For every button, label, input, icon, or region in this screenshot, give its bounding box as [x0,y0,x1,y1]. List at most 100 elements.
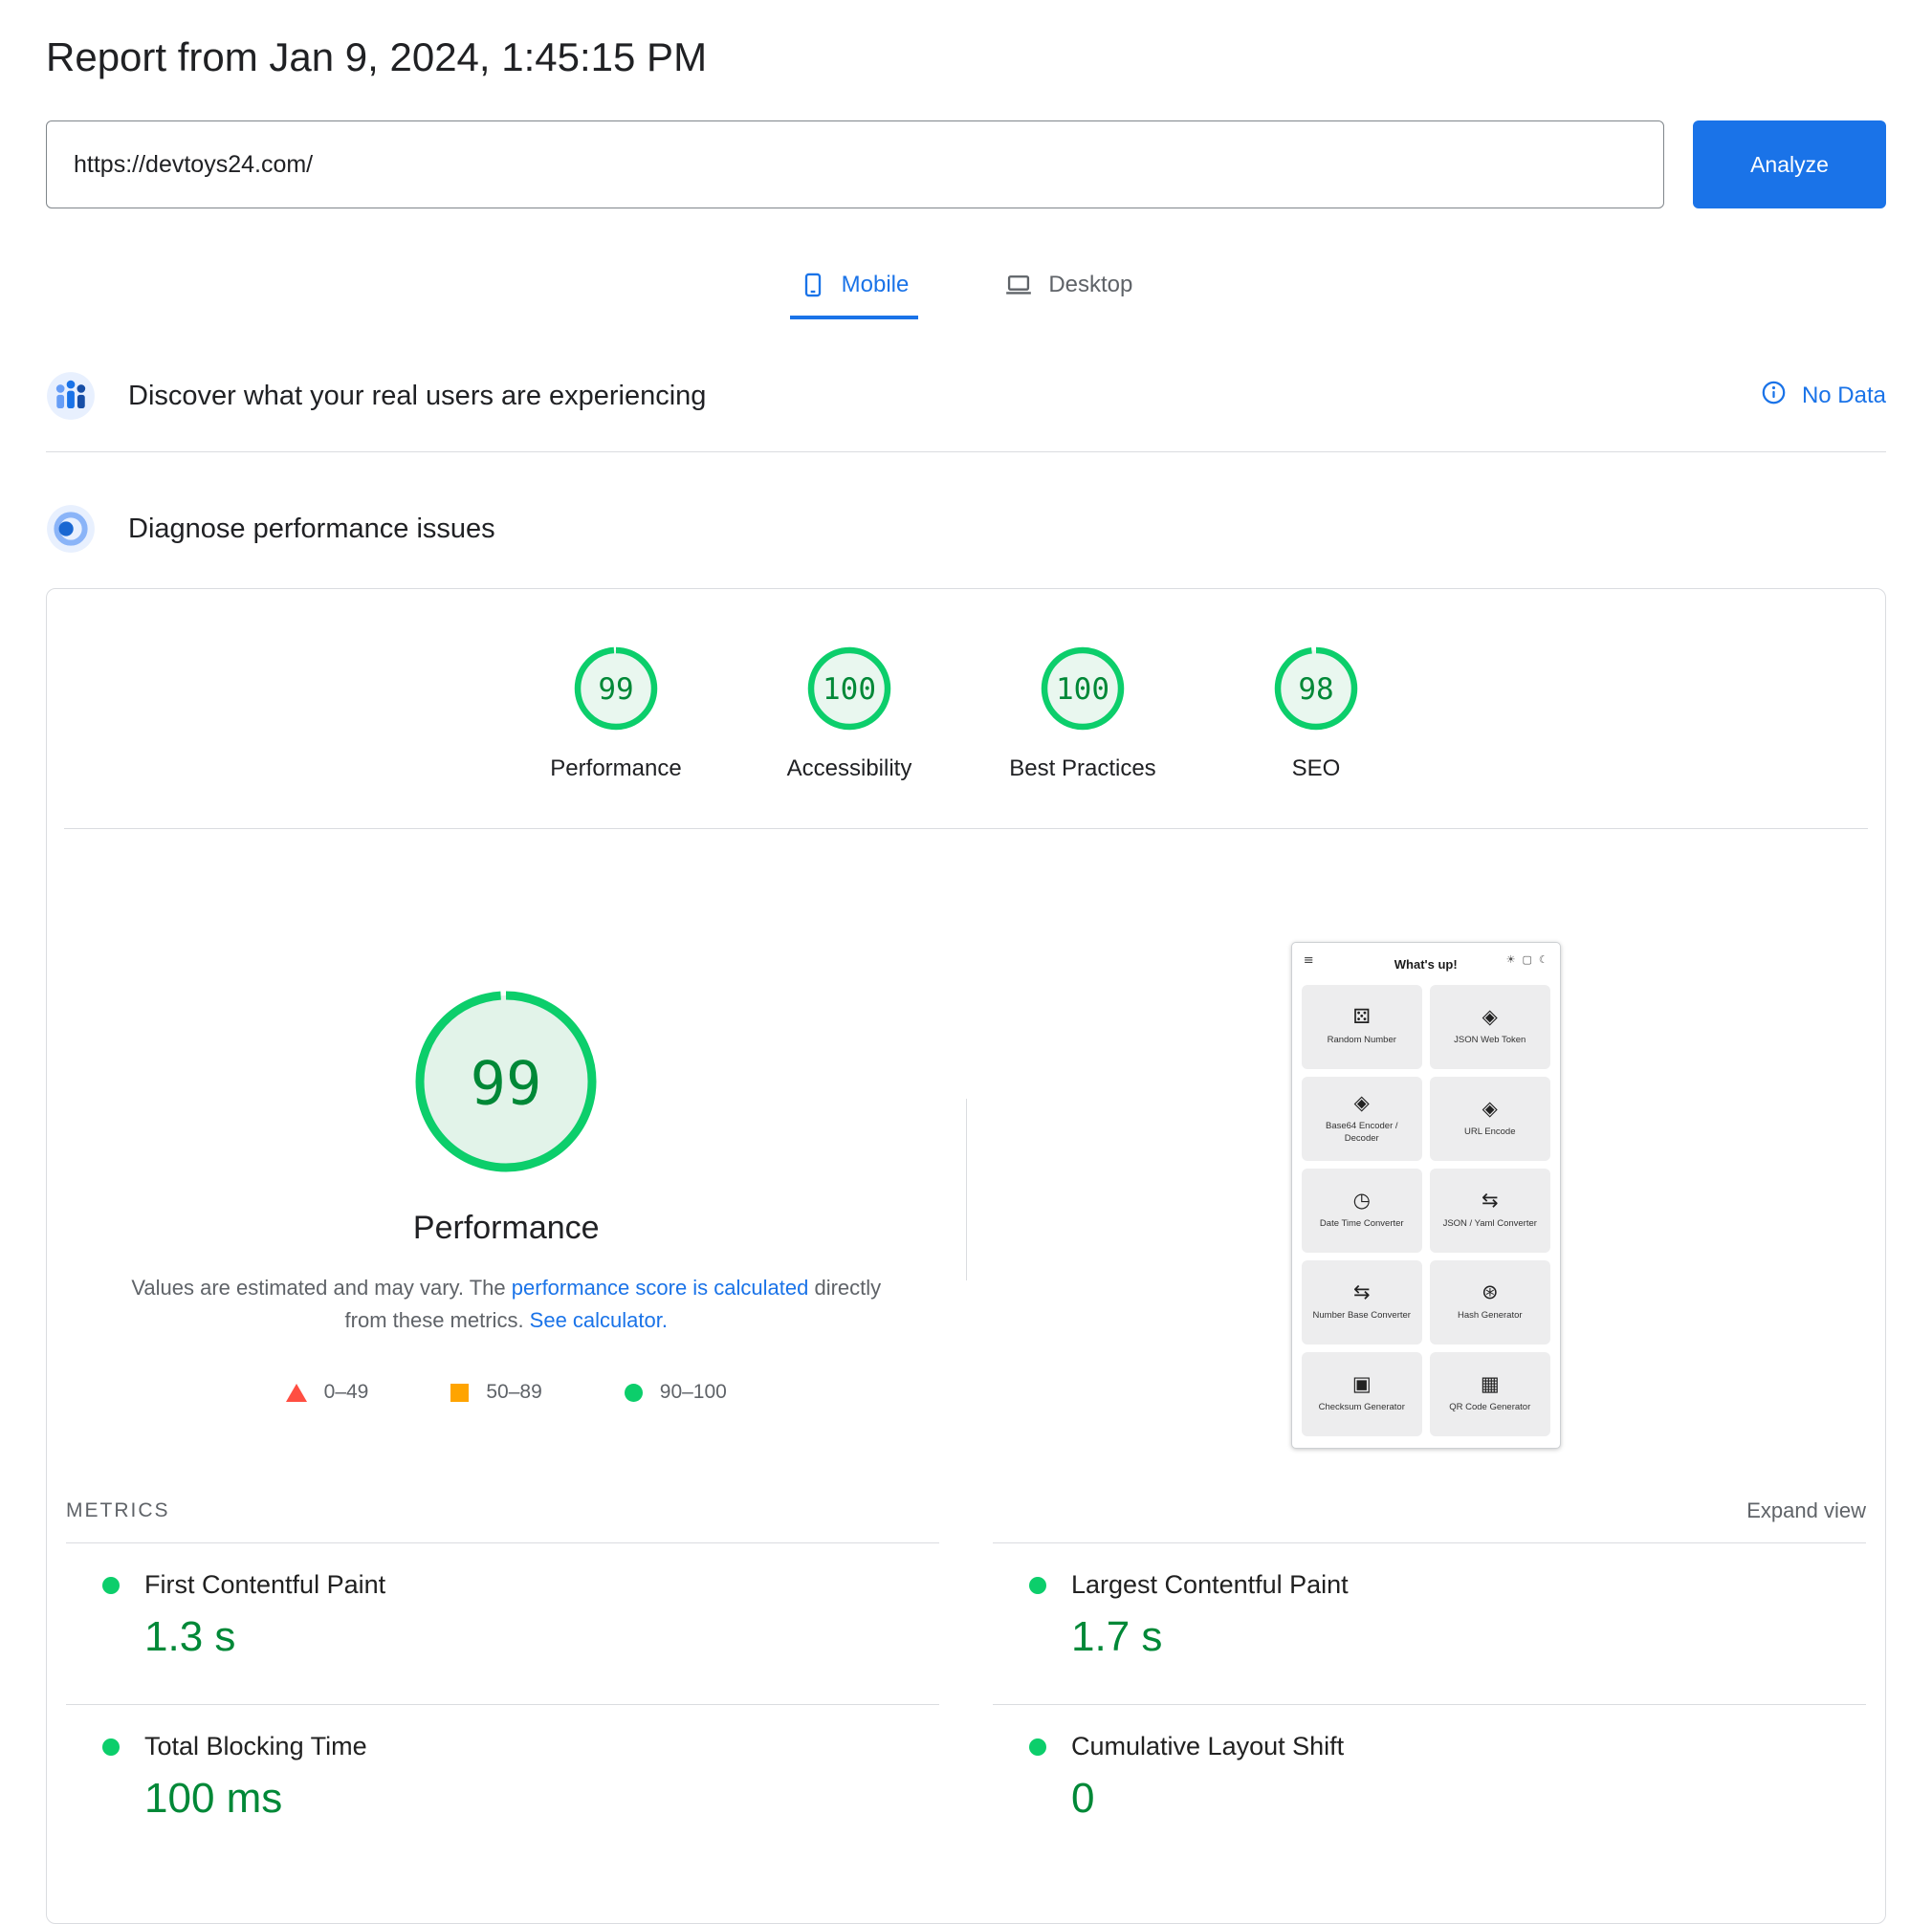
lighthouse-beacon-icon [46,504,96,554]
desktop-laptop-icon [1004,272,1033,298]
tool-label: Hash Generator [1458,1310,1523,1323]
tool-tile[interactable]: ⚄ Random Number [1302,985,1422,1069]
disclaimer-text: Values are estimated and may vary. The [131,1276,511,1300]
metric-total-blocking-time: Total Blocking Time 100 ms [66,1704,939,1866]
crux-users-icon [46,371,96,421]
tool-label: Checksum Generator [1319,1402,1405,1414]
tool-tile[interactable]: ◷ Date Time Converter [1302,1169,1422,1253]
tool-label: URL Encode [1464,1126,1516,1139]
metric-head: Largest Contentful Paint [1029,1570,1866,1600]
legend-range-label: 90–100 [660,1381,727,1404]
tab-mobile[interactable]: Mobile [790,272,919,319]
pass-dot-icon [102,1577,120,1594]
performance-score-gauge[interactable]: 99 [570,643,662,734]
metric-value: 100 ms [144,1775,939,1823]
tool-icon: ⊛ [1482,1282,1499,1302]
analyze-button[interactable]: Analyze [1693,120,1886,208]
auto-theme-icon: ▢ [1522,953,1531,966]
expand-view-toggle[interactable]: Expand view [1746,1498,1866,1523]
best-practices-score-gauge[interactable]: 100 [1037,643,1129,734]
see-calculator-link[interactable]: See calculator. [530,1308,668,1332]
metric-head: First Contentful Paint [102,1570,939,1600]
tool-tile[interactable]: ⊛ Hash Generator [1430,1260,1550,1345]
device-tabs: Mobile Desktop [46,272,1886,319]
tool-icon: ◈ [1482,1007,1498,1027]
thumbnail-theme-controls: ☀ ▢ ☾ [1506,953,1548,966]
tool-icon: ⇆ [1353,1282,1371,1302]
sun-icon: ☀ [1506,953,1516,966]
tool-icon: ⇆ [1482,1191,1499,1211]
final-screenshot-thumbnail[interactable]: ≡ What's up! ☀ ▢ ☾ ⚄ Random Number [1291,942,1561,1449]
performance-gauge-column: 99 Performance Values are estimated and … [47,829,966,1449]
metric-head: Cumulative Layout Shift [1029,1732,1866,1761]
score-seo: 98 SEO [1240,643,1393,782]
tool-tile[interactable]: ⇆ Number Base Converter [1302,1260,1422,1345]
accessibility-score-gauge[interactable]: 100 [803,643,895,734]
metric-head: Total Blocking Time [102,1732,939,1761]
performance-detail-section: 99 Performance Values are estimated and … [47,829,1885,1449]
url-form: Analyze [46,120,1886,208]
discover-section-title: Discover what your real users are experi… [128,381,706,412]
tool-tile[interactable]: ◈ Base64 Encoder / Decoder [1302,1077,1422,1161]
tool-label: Base64 Encoder / Decoder [1307,1121,1416,1146]
calculation-link[interactable]: performance score is calculated [512,1276,809,1300]
tool-tile[interactable]: ◈ URL Encode [1430,1077,1550,1161]
metric-label: Largest Contentful Paint [1071,1570,1349,1600]
page-screenshot-column: ≡ What's up! ☀ ▢ ☾ ⚄ Random Number [967,829,1886,1449]
performance-main-gauge: 99 [410,986,602,1177]
metric-label: Cumulative Layout Shift [1071,1732,1344,1761]
score-label[interactable]: Accessibility [787,755,912,782]
svg-text:99: 99 [471,1049,542,1119]
seo-score-gauge[interactable]: 98 [1270,643,1362,734]
tool-tile[interactable]: ▣ Checksum Generator [1302,1352,1422,1436]
tool-tile[interactable]: ▦ QR Code Generator [1430,1352,1550,1436]
legend-pass-range: 90–100 [625,1381,727,1404]
legend-range-label: 0–49 [324,1381,369,1404]
mobile-phone-icon [800,272,826,298]
tool-tile[interactable]: ⇆ JSON / Yaml Converter [1430,1169,1550,1253]
score-best-practices: 100 Best Practices [1006,643,1159,782]
thumbnail-app-title: What's up! [1394,957,1458,972]
score-disclaimer: Values are estimated and may vary. The p… [119,1272,893,1337]
pass-dot-icon [1029,1577,1046,1594]
score-label[interactable]: SEO [1292,755,1341,782]
no-data-label: No Data [1802,383,1886,409]
tool-icon: ◈ [1482,1099,1498,1119]
tool-label: Date Time Converter [1320,1218,1404,1231]
legend-range-label: 50–89 [486,1381,541,1404]
fail-triangle-icon [286,1384,307,1402]
score-label[interactable]: Performance [550,755,681,782]
pass-circle-icon [625,1384,643,1402]
svg-text:100: 100 [1056,672,1109,707]
average-square-icon [450,1384,469,1402]
score-scale-legend: 0–49 50–89 90–100 [286,1381,727,1404]
category-scores: 99 Performance 100 Accessibility 100 [47,589,1885,782]
diagnose-section-title: Diagnose performance issues [128,514,495,545]
no-data-status[interactable]: No Data [1761,380,1886,412]
moon-icon: ☾ [1539,953,1548,966]
tab-desktop[interactable]: Desktop [995,272,1142,319]
tool-icon: ⚄ [1353,1007,1371,1027]
tool-label: JSON Web Token [1454,1035,1526,1047]
hamburger-menu-icon: ≡ [1304,953,1314,968]
score-performance: 99 Performance [539,643,692,782]
pass-dot-icon [1029,1738,1046,1756]
svg-text:98: 98 [1298,672,1333,707]
legend-fail-range: 0–49 [286,1381,369,1404]
lighthouse-report-card: 99 Performance 100 Accessibility 100 [46,588,1886,1924]
metrics-header-row: METRICS Expand view [47,1498,1885,1523]
metrics-grid: First Contentful Paint 1.3 s Largest Con… [47,1542,1885,1866]
info-icon [1761,380,1787,412]
tool-tile[interactable]: ◈ JSON Web Token [1430,985,1550,1069]
thumbnail-app-header: ≡ What's up! ☀ ▢ ☾ [1302,951,1550,985]
tool-icon: ◷ [1353,1191,1371,1211]
tab-desktop-label: Desktop [1048,272,1132,298]
metric-value: 1.7 s [1071,1613,1866,1661]
url-input[interactable] [46,120,1664,208]
tool-label: Random Number [1328,1035,1396,1047]
metric-largest-contentful-paint: Largest Contentful Paint 1.7 s [993,1542,1866,1704]
score-accessibility: 100 Accessibility [773,643,926,782]
score-label[interactable]: Best Practices [1009,755,1155,782]
discover-section-header: Discover what your real users are experi… [46,371,1886,452]
tool-icon: ◈ [1354,1093,1370,1113]
